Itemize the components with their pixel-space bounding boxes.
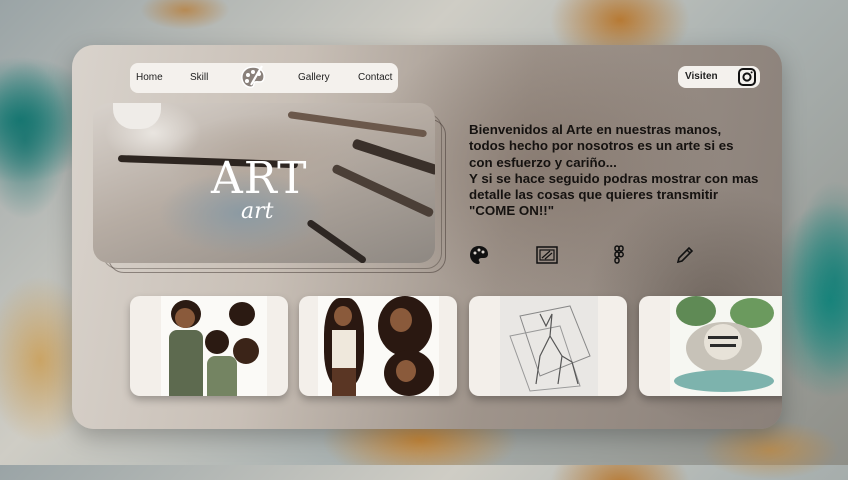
tiger-stripes — [710, 344, 736, 347]
marble-vein — [0, 60, 70, 220]
nav-gallery[interactable]: Gallery — [298, 72, 330, 83]
main-card: Home Skill Gallery Contact Visiten ART a… — [72, 45, 782, 429]
gallery-card[interactable] — [299, 296, 457, 396]
hero-image: ART art — [93, 103, 435, 263]
marble-vein — [140, 0, 230, 30]
tools-row — [468, 244, 698, 268]
gallery-image-wolf — [500, 296, 598, 396]
gallery-card[interactable] — [639, 296, 782, 396]
nav-contact[interactable]: Contact — [358, 72, 392, 83]
instagram-icon[interactable] — [738, 68, 756, 86]
gallery-card[interactable] — [469, 296, 627, 396]
brush-shape — [351, 138, 435, 176]
visit-button[interactable]: Visiten — [678, 66, 760, 88]
gallery-image-tiger — [670, 296, 780, 396]
intro-text: Bienvenidos al Arte en nuestras manos, t… — [469, 122, 759, 219]
pencil-icon[interactable] — [674, 244, 696, 266]
marble-vein — [790, 180, 848, 380]
figure-head — [233, 338, 259, 364]
figure-body — [207, 356, 237, 396]
brush-shape — [331, 163, 435, 219]
hero-title: ART — [211, 153, 308, 204]
gallery-card[interactable] — [130, 296, 288, 396]
figure-face — [396, 360, 416, 382]
hero-subtitle: art — [241, 199, 274, 224]
tiger-head — [704, 324, 742, 360]
brush-shape — [287, 111, 428, 138]
brush-shape — [305, 218, 368, 263]
canvas-icon[interactable] — [536, 244, 558, 266]
visit-label: Visiten — [685, 71, 718, 82]
figure-head — [205, 330, 229, 354]
figma-icon[interactable] — [608, 244, 630, 266]
tiger-stripes — [708, 336, 738, 339]
nav-skill[interactable]: Skill — [190, 72, 208, 83]
foliage — [676, 296, 716, 326]
figure-body — [169, 330, 203, 396]
figure-face — [334, 306, 352, 326]
cup-shape — [113, 103, 161, 129]
water — [674, 370, 774, 392]
gallery-image-character-sheet — [161, 296, 267, 396]
palette-icon[interactable] — [238, 63, 268, 93]
wolf-sketch — [509, 305, 591, 392]
top-nav: Home Skill Gallery Contact — [130, 63, 398, 93]
figure-legs — [332, 368, 356, 396]
gallery-image-long-hair — [318, 296, 439, 396]
figure-face — [390, 308, 412, 332]
figure-head — [229, 302, 255, 326]
figure-face — [175, 308, 195, 328]
figure-body — [332, 330, 356, 370]
marble-vein — [700, 420, 840, 480]
palette-icon[interactable] — [468, 244, 490, 266]
nav-home[interactable]: Home — [136, 72, 163, 83]
